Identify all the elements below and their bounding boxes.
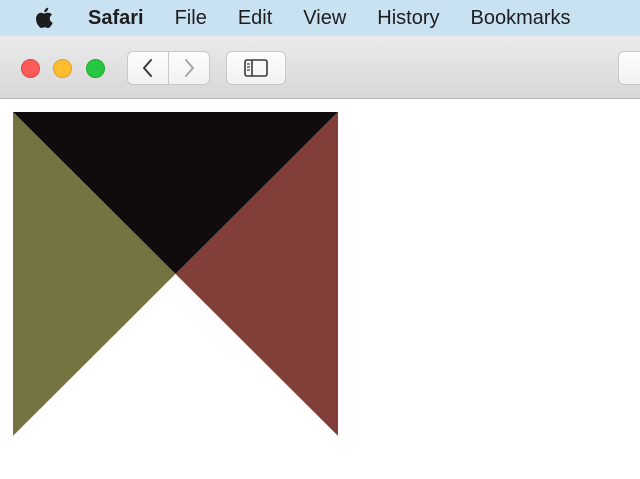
back-button[interactable] [127,51,169,85]
forward-button[interactable] [168,51,210,85]
menu-history[interactable]: History [377,7,439,30]
show-sidebar-button[interactable] [226,51,286,85]
zoom-window-button[interactable] [86,59,105,78]
toolbar-overflow-button[interactable] [618,51,640,85]
menu-edit[interactable]: Edit [238,7,272,30]
minimize-window-button[interactable] [53,59,72,78]
chevron-left-icon [143,59,152,77]
apple-logo-icon[interactable] [34,6,58,30]
web-page-content [0,99,640,479]
sidebar-icon [244,59,268,77]
menu-view[interactable]: View [303,7,346,30]
safari-toolbar [0,36,640,99]
menu-file[interactable]: File [175,7,207,30]
chevron-right-icon [185,59,194,77]
close-window-button[interactable] [21,59,40,78]
menu-bar: Safari File Edit View History Bookmarks [0,0,640,36]
menu-safari[interactable]: Safari [88,7,144,30]
hourglass-triangles-graphic [13,112,338,436]
menu-bookmarks[interactable]: Bookmarks [471,7,571,30]
